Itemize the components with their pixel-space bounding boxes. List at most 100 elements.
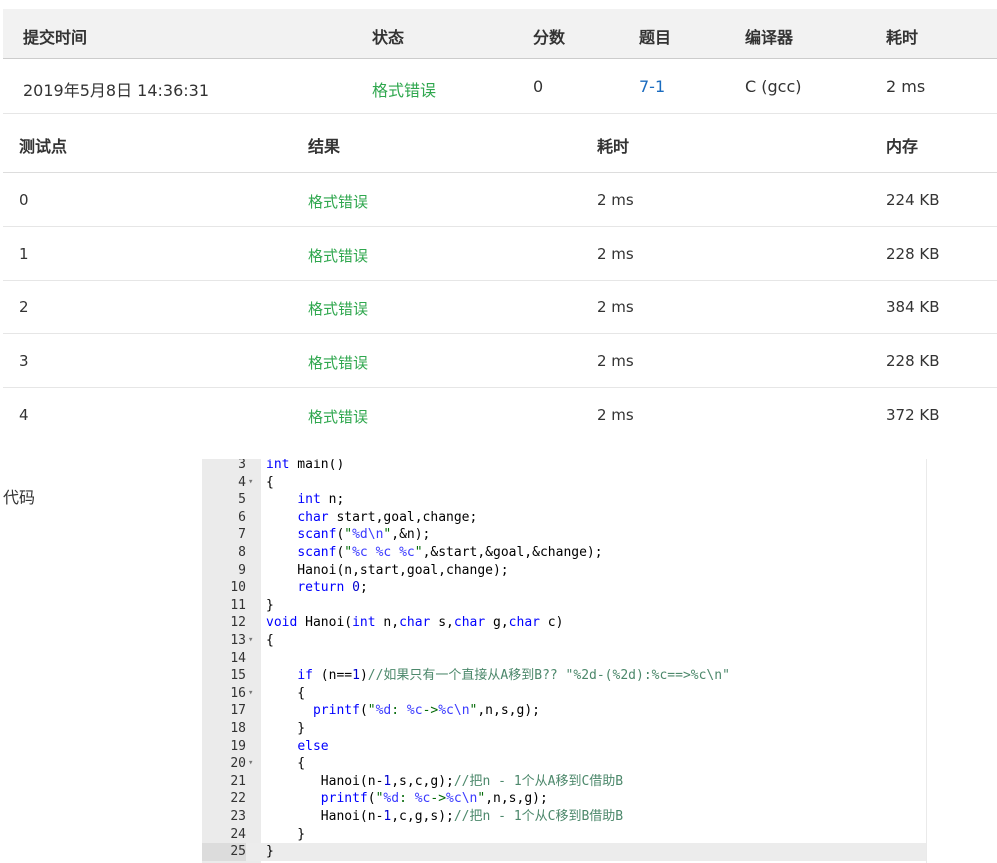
- testpoint-time: 2 ms: [597, 191, 634, 209]
- code-text: Hanoi(n-1,c,g,s);//把n - 1个从C移到B借助B: [266, 809, 624, 824]
- code-text: scanf("%c %c %c",&start,&goal,&change);: [297, 545, 603, 560]
- line-number: 12: [230, 615, 246, 631]
- code-text: }: [266, 721, 306, 736]
- testpoint-memory: 384 KB: [886, 298, 940, 316]
- code-line[interactable]: 4 ▾ {: [202, 474, 926, 492]
- code-text: if (n==1)//如果只有一个直接从A移到B?? "%2d-(%2d):%c…: [297, 668, 730, 684]
- testpoint-memory: 228 KB: [886, 245, 940, 263]
- code-line[interactable]: 25}: [202, 843, 926, 861]
- line-number: 10: [230, 580, 246, 596]
- header-compiler: 编译器: [745, 28, 794, 47]
- line-number: 22: [230, 791, 246, 807]
- testpoint-row: 1 格式错误 2 ms 228 KB: [3, 227, 997, 281]
- header-problem: 题目: [639, 28, 672, 47]
- testpoint-row: 4 格式错误 2 ms 372 KB: [3, 388, 997, 441]
- testpoint-id: 1: [19, 245, 29, 263]
- submit-time: 2019年5月8日 14:36:31: [23, 81, 210, 100]
- code-label: 代码: [3, 488, 36, 507]
- code-line[interactable]: 24 }: [202, 826, 926, 844]
- testpoint-result: 格式错误: [308, 193, 369, 211]
- testpoint-result: 格式错误: [308, 300, 369, 318]
- testpoint-id: 3: [19, 352, 29, 370]
- code-text: Hanoi(n,start,goal,change);: [266, 562, 509, 578]
- line-number: 4: [238, 474, 246, 490]
- code-line[interactable]: 22 printf("%d: %c->%c\n",n,s,g);: [202, 790, 926, 808]
- code-line[interactable]: 12 void Hanoi(int n,char s,char g,char c): [202, 614, 926, 632]
- testpoint-memory: 372 KB: [886, 406, 940, 424]
- code-line[interactable]: 8 scanf("%c %c %c",&start,&goal,&change)…: [202, 544, 926, 562]
- code-line[interactable]: 10 return 0;: [202, 579, 926, 597]
- code-line[interactable]: 9 Hanoi(n,start,goal,change);: [202, 562, 926, 580]
- line-number: 11: [230, 597, 246, 613]
- line-number: 19: [230, 738, 246, 754]
- testpoint-time: 2 ms: [597, 352, 634, 370]
- testpoint-time: 2 ms: [597, 298, 634, 316]
- header-time: 耗时: [597, 137, 630, 156]
- submission-row: 2019年5月8日 14:36:31 格式错误 0 7-1 C (gcc) 2 …: [3, 59, 997, 114]
- line-number: 24: [230, 826, 246, 842]
- code-text: int main(): [266, 459, 345, 472]
- problem-link[interactable]: 7-1: [639, 77, 665, 96]
- header-testpoint: 测试点: [19, 137, 68, 156]
- fold-toggle-icon[interactable]: ▾: [248, 474, 253, 492]
- code-line[interactable]: 6 char start,goal,change;: [202, 509, 926, 527]
- code-line[interactable]: 14: [202, 650, 926, 668]
- code-line[interactable]: 13 ▾ {: [202, 632, 926, 650]
- status-badge: 格式错误: [372, 81, 437, 100]
- code-text: int n;: [297, 492, 345, 508]
- header-elapsed: 耗时: [886, 28, 919, 47]
- fold-toggle-icon[interactable]: ▾: [248, 632, 253, 650]
- code-text: {: [266, 756, 306, 772]
- code-line[interactable]: 16 ▾ {: [202, 685, 926, 703]
- line-number: 8: [238, 545, 246, 560]
- code-text: {: [266, 474, 274, 490]
- testpoint-id: 0: [19, 191, 29, 209]
- score-value: 0: [533, 77, 544, 96]
- code-text: return 0;: [297, 580, 368, 596]
- code-text: {: [266, 633, 274, 648]
- testpoint-id: 2: [19, 298, 29, 316]
- line-number: 7: [238, 527, 246, 543]
- testpoint-row: 0 格式错误 2 ms 224 KB: [3, 173, 997, 227]
- code-line[interactable]: 23 Hanoi(n-1,c,g,s);//把n - 1个从C移到B借助B: [202, 808, 926, 826]
- code-text: }: [266, 844, 274, 860]
- testpoint-result: 格式错误: [308, 408, 369, 426]
- line-number: 16: [230, 685, 246, 701]
- line-number: 13: [230, 633, 246, 648]
- code-text: }: [266, 826, 306, 842]
- submission-header-row: 提交时间 状态 分数 题目 编译器 耗时: [3, 9, 997, 59]
- testpoint-row: 2 格式错误 2 ms 384 KB: [3, 280, 997, 334]
- code-editor[interactable]: 3 int main() 4 ▾{5 int n; 6 char start,goal,…: [202, 459, 927, 863]
- code-text: Hanoi(n-1,s,c,g);//把n - 1个从A移到C借助B: [266, 773, 624, 789]
- code-text: void Hanoi(int n,char s,char g,char c): [266, 615, 564, 631]
- testpoint-time: 2 ms: [597, 245, 634, 263]
- code-text: {: [266, 685, 306, 701]
- code-line[interactable]: 11}: [202, 597, 926, 615]
- code-line[interactable]: 20 ▾ {: [202, 755, 926, 773]
- code-line[interactable]: 7 scanf("%d\n",&n);: [202, 526, 926, 544]
- compiler-value: C (gcc): [745, 77, 802, 96]
- fold-toggle-icon[interactable]: ▾: [248, 685, 253, 703]
- code-text: scanf("%d\n",&n);: [297, 527, 431, 543]
- line-number: 5: [238, 492, 246, 508]
- header-memory: 内存: [886, 137, 919, 156]
- code-text: printf("%d: %c->%c\n",n,s,g);: [320, 791, 548, 807]
- code-line[interactable]: 3 int main(): [202, 459, 926, 474]
- line-number: 21: [230, 773, 246, 789]
- code-text: char start,goal,change;: [297, 509, 478, 525]
- code-text: else: [297, 738, 329, 754]
- testpoint-memory: 228 KB: [886, 352, 940, 370]
- code-line[interactable]: 5 int n;: [202, 491, 926, 509]
- testpoint-id: 4: [19, 406, 29, 424]
- code-line[interactable]: 18 }: [202, 720, 926, 738]
- testpoints-header-row: 测试点 结果 耗时 内存: [3, 114, 997, 173]
- header-score: 分数: [533, 28, 566, 47]
- code-text: }: [266, 597, 274, 613]
- code-line[interactable]: 21 Hanoi(n-1,s,c,g);//把n - 1个从A移到C借助B: [202, 773, 926, 791]
- header-submit-time: 提交时间: [23, 28, 88, 47]
- code-line[interactable]: 17 printf("%d: %c->%c\n",n,s,g);: [202, 702, 926, 720]
- fold-toggle-icon[interactable]: ▾: [248, 755, 253, 773]
- line-number: 15: [230, 668, 246, 684]
- code-line[interactable]: 15 if (n==1)//如果只有一个直接从A移到B?? "%2d-(%2d)…: [202, 667, 926, 685]
- code-line[interactable]: 19 else: [202, 738, 926, 756]
